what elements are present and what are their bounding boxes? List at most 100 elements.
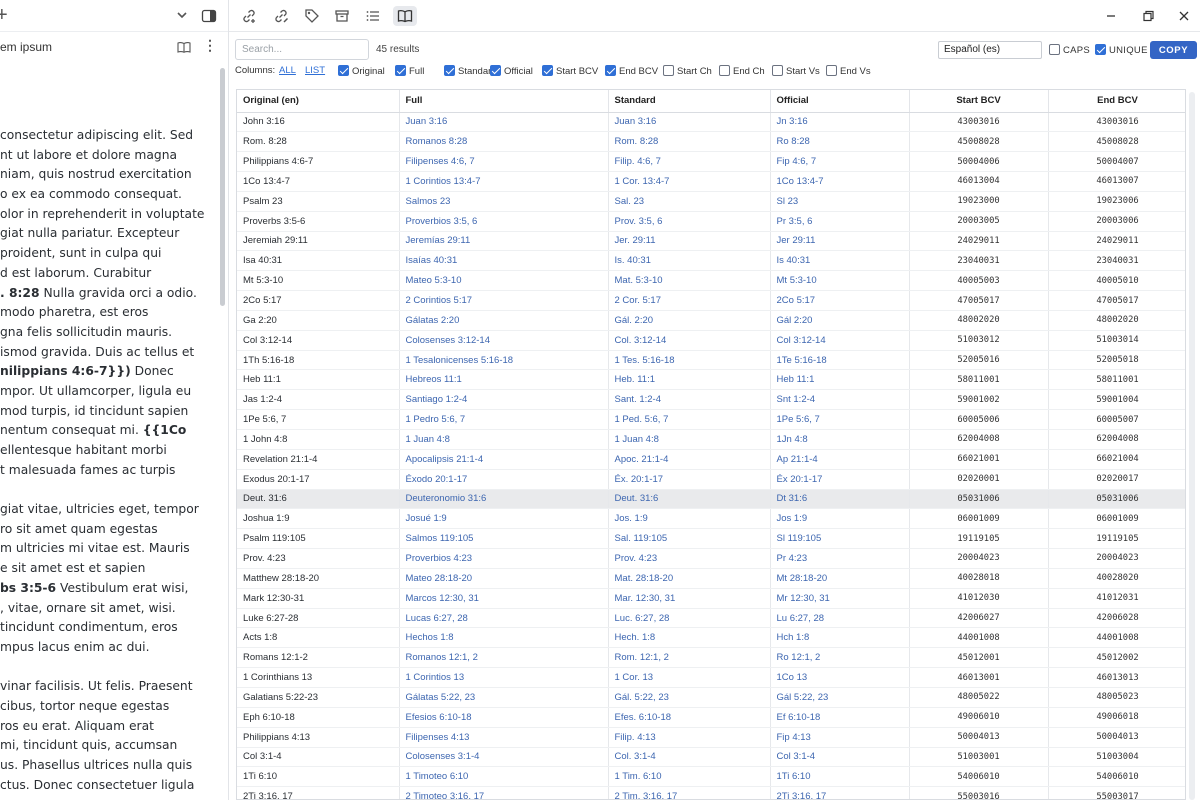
column-checkbox[interactable] [490, 65, 501, 76]
table-row[interactable]: Mt 5:3-10 Mateo 5:3-10 Mat. 5:3-10 Mt 5:3-1… [237, 270, 1185, 292]
table-row[interactable]: 1 John 4:8 1 Juan 4:8 1 Juan 4:8 1Jn 4:8 620… [237, 429, 1185, 450]
table-row[interactable]: Rom. 8:28 Romanos 8:28 Rom. 8:28 Ro 8:28 450… [237, 131, 1185, 153]
column-checkbox[interactable] [605, 65, 616, 76]
table-row[interactable]: Col 3:1-4 Colosenses 3:1-4 Col. 3:1-4 Col 3… [237, 747, 1185, 768]
table-row[interactable]: 1Pe 5:6, 71 Pedro 5:6, 71 Ped. 5:6, 7 1Pe… [237, 409, 1185, 430]
column-toggle-standard[interactable]: Standard [444, 65, 497, 77]
table-row[interactable]: Philippians 4:6-7 Filipenses 4:6, 7 Filip.… [237, 151, 1185, 173]
table-row[interactable]: Eph 6:10-18 Efesios 6:10-18 Efes. 6:10-18 E… [237, 707, 1185, 728]
column-toggle-start-ch[interactable]: Start Ch [663, 65, 712, 77]
column-checkbox[interactable] [772, 65, 783, 76]
restore-icon[interactable] [1140, 8, 1156, 24]
column-header[interactable]: Original (en) [237, 90, 400, 113]
document-scrollbar[interactable] [220, 68, 225, 306]
new-document-button[interactable]: + [0, 4, 8, 27]
table-row[interactable]: Philippians 4:13 Filipenses 4:13 Filip. 4:… [237, 727, 1185, 748]
column-header[interactable]: Standard [608, 90, 771, 113]
table-row[interactable]: John 3:16 Juan 3:16 Juan 3:16 Jn 3:16 430030… [237, 112, 1185, 133]
document-text: us. Phasellus ultrices nulla quis [0, 758, 193, 772]
search-input[interactable] [235, 39, 369, 60]
table-row[interactable]: 2Ti 3:16, 17 2 Timoteo 3:16, 17 2 Tim. 3:1… [237, 786, 1185, 799]
table-row[interactable]: Proverbs 3:5-6 Proverbios 3:5, 6 Prov. 3:5… [237, 211, 1185, 232]
column-checkbox[interactable] [338, 65, 349, 76]
caps-checkbox[interactable] [1049, 44, 1060, 55]
table-row[interactable]: Romans 12:1-2 Romanos 12:1, 2 Rom. 12:1, 2… [237, 647, 1185, 669]
link-edit-icon[interactable] [271, 6, 291, 26]
column-toggle-start-bcv[interactable]: Start BCV [542, 65, 598, 77]
cell-start-bcv: 20003005 [909, 211, 1049, 232]
link-add-icon[interactable] [239, 6, 259, 26]
column-header[interactable]: Official [770, 90, 910, 113]
cell-official: Pr 4:23 [770, 548, 910, 569]
close-icon[interactable] [1176, 8, 1192, 24]
unique-checkbox[interactable] [1095, 44, 1106, 55]
list-icon[interactable] [363, 6, 383, 26]
table-row[interactable]: Psalm 23 Salmos 23 Sal. 23 Sl 23 19023000 190… [237, 191, 1185, 212]
copy-button[interactable]: COPY [1150, 41, 1197, 59]
cell-end-bcv: 62004008 [1048, 429, 1185, 450]
cell-official: Col 3:12-14 [770, 330, 910, 351]
table-row[interactable]: Prov. 4:23 Proverbios 4:23 Prov. 4:23 Pr 4:… [237, 548, 1185, 569]
document-tab[interactable]: em ipsum ⋮ [0, 32, 228, 60]
document-line: us. Phasellus ultrices nulla quis [0, 756, 220, 776]
reading-view-icon[interactable] [177, 41, 191, 53]
table-row[interactable]: 1Th 5:16-18 1 Tesalonicenses 5:16-18 1 Tes… [237, 350, 1185, 371]
column-toggle-original[interactable]: Original [338, 65, 385, 77]
table-row[interactable]: Heb 11:1 Hebreos 11:1 Heb. 11:1 Heb 11:1 580… [237, 369, 1185, 391]
column-checkbox[interactable] [395, 65, 406, 76]
more-options-icon[interactable]: ⋮ [203, 38, 217, 52]
cell-full: Apocalipsis 21:1-4 [399, 449, 609, 470]
columns-all-link[interactable]: ALL [279, 65, 296, 76]
table-row[interactable]: Jeremiah 29:11 Jeremías 29:11 Jer. 29:11 Je… [237, 231, 1185, 252]
minimize-icon[interactable] [1103, 8, 1119, 24]
table-row[interactable]: Acts 1:8 Hechos 1:8 Hech. 1:8 Hch 1:8 440010… [237, 627, 1185, 649]
table-row[interactable]: Deut. 31:6 Deuteronomio 31:6 Deut. 31:6 Dt … [237, 489, 1185, 510]
table-row[interactable]: 1 Corinthians 13 1 Corintios 13 1 Cor. 13 1… [237, 667, 1185, 688]
book-open-icon[interactable] [393, 6, 417, 26]
cell-original: Jeremiah 29:11 [237, 231, 400, 252]
sidebar-toggle-icon[interactable] [201, 8, 217, 24]
table-row[interactable]: Ga 2:20 Gálatas 2:20 Gál. 2:20 Gál 2:20 4800… [237, 310, 1185, 331]
column-checkbox[interactable] [663, 65, 674, 76]
column-checkbox[interactable] [826, 65, 837, 76]
table-row[interactable]: Exodus 20:1-17 Éxodo 20:1-17 Éx. 20:1-17 Éx… [237, 469, 1185, 490]
table-scrollbar[interactable] [1189, 92, 1195, 800]
column-toggle-start-vs[interactable]: Start Vs [772, 65, 820, 77]
column-checkbox[interactable] [444, 65, 455, 76]
column-header[interactable]: Full [399, 90, 609, 113]
table-row[interactable]: 1Co 13:4-7 1 Corintios 13:4-7 1 Cor. 13:4-… [237, 171, 1185, 192]
column-toggle-official[interactable]: Official [490, 65, 533, 77]
archive-icon[interactable] [332, 6, 352, 26]
table-row[interactable]: 2Co 5:17 2 Corintios 5:17 2 Cor. 5:17 2Co 5… [237, 290, 1185, 311]
table-row[interactable]: 1Ti 6:10 1 Timoteo 6:10 1 Tim. 6:10 1Ti 6:1… [237, 766, 1185, 788]
cell-start-bcv: 45012001 [909, 647, 1049, 669]
tag-icon[interactable] [302, 6, 322, 26]
unique-toggle[interactable]: UNIQUE [1095, 44, 1148, 56]
column-toggle-end-vs[interactable]: End Vs [826, 65, 871, 77]
column-toggle-end-bcv[interactable]: End BCV [605, 65, 658, 77]
language-select[interactable]: Español (es) [938, 41, 1042, 59]
cell-end-bcv: 50004007 [1048, 151, 1185, 173]
cell-standard: Éx. 20:1-17 [608, 469, 771, 490]
caps-toggle[interactable]: CAPS [1049, 44, 1090, 56]
table-row[interactable]: Revelation 21:1-4 Apocalipsis 21:1-4 Apoc.… [237, 449, 1185, 470]
column-toggle-full[interactable]: Full [395, 65, 424, 77]
table-row[interactable]: Jas 1:2-4 Santiago 1:2-4 Sant. 1:2-4 Snt 1:… [237, 389, 1185, 411]
table-row[interactable]: Psalm 119:105 Salmos 119:105 Sal. 119:105 S… [237, 528, 1185, 550]
column-header[interactable]: End BCV [1048, 90, 1185, 113]
table-row[interactable]: Luke 6:27-28 Lucas 6:27, 28 Luc. 6:27, 28 L… [237, 608, 1185, 629]
table-row[interactable]: Col 3:12-14 Colosenses 3:12-14 Col. 3:12-1… [237, 330, 1185, 351]
column-checkbox[interactable] [542, 65, 553, 76]
table-row[interactable]: Joshua 1:9 Josué 1:9 Jos. 1:9 Jos 1:9 060010… [237, 508, 1185, 530]
column-header[interactable]: Start BCV [909, 90, 1049, 113]
columns-list-link[interactable]: LIST [305, 65, 325, 76]
table-row[interactable]: Mark 12:30-31 Marcos 12:30, 31 Mar. 12:30,… [237, 588, 1185, 609]
table-row[interactable]: Galatians 5:22-23 Gálatas 5:22, 23 Gál. 5:… [237, 687, 1185, 708]
column-toggle-end-ch[interactable]: End Ch [719, 65, 765, 77]
chevron-down-icon[interactable] [175, 8, 189, 22]
table-row[interactable]: Matthew 28:18-20 Mateo 28:18-20 Mat. 28:18… [237, 568, 1185, 589]
table-row[interactable]: Isa 40:31 Isaías 40:31 Is. 40:31 Is 40:31 23… [237, 250, 1185, 272]
cell-standard: Sal. 119:105 [608, 528, 771, 550]
document-text: tincidunt condimentum, eros [0, 620, 178, 635]
column-checkbox[interactable] [719, 65, 730, 76]
